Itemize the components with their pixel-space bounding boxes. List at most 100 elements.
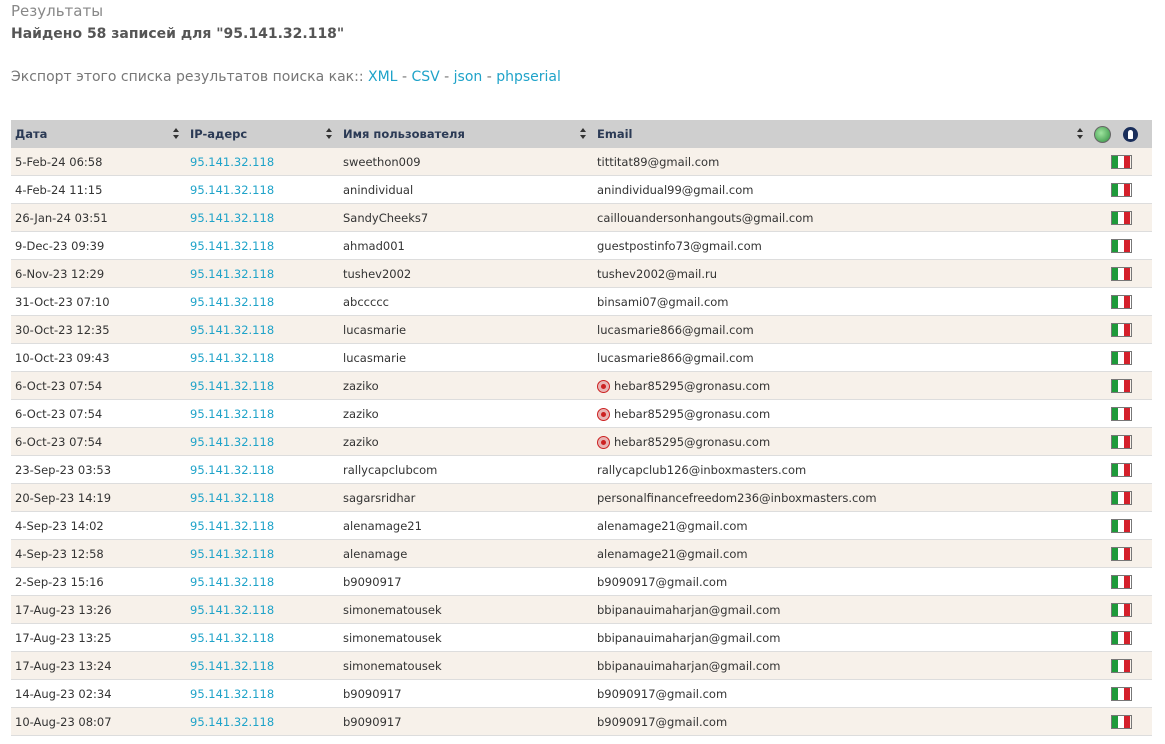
italy-flag-icon <box>1110 518 1132 533</box>
ip-link[interactable]: 95.141.32.118 <box>190 155 274 169</box>
cell-email: rallycapclub126@inboxmasters.com <box>593 455 1090 484</box>
cell-ip: 95.141.32.118 <box>186 259 339 288</box>
cell-date: 2-Sep-23 15:16 <box>11 567 186 596</box>
cell-username: simonematousek <box>339 651 593 680</box>
sort-icon[interactable] <box>173 128 180 140</box>
italy-flag-icon <box>1110 574 1132 589</box>
email-text: b9090917@gmail.com <box>597 686 728 701</box>
ip-link[interactable]: 95.141.32.118 <box>190 547 274 561</box>
cell-email: bbipanauimaharjan@gmail.com <box>593 651 1090 680</box>
ip-link[interactable]: 95.141.32.118 <box>190 267 274 281</box>
cell-email: binsami07@gmail.com <box>593 287 1090 316</box>
cell-username: anindividual <box>339 175 593 204</box>
email-text: guestpostinfo73@gmail.com <box>597 238 762 253</box>
cell-ip: 95.141.32.118 <box>186 203 339 232</box>
column-header-username[interactable]: Имя пользователя <box>339 120 593 148</box>
cell-username: zaziko <box>339 371 593 400</box>
ip-link[interactable]: 95.141.32.118 <box>190 491 274 505</box>
cell-date: 23-Sep-23 03:53 <box>11 455 186 484</box>
ip-link[interactable]: 95.141.32.118 <box>190 575 274 589</box>
cell-flag <box>1090 287 1152 316</box>
export-json-link[interactable]: json <box>454 69 483 85</box>
email-text: anindividual99@gmail.com <box>597 182 754 197</box>
cell-ip: 95.141.32.118 <box>186 679 339 708</box>
cell-ip: 95.141.32.118 <box>186 287 339 316</box>
column-header-date[interactable]: Дата <box>11 120 186 148</box>
export-xml-link[interactable]: XML <box>368 69 397 85</box>
cell-email: lucasmarie866@gmail.com <box>593 343 1090 372</box>
ip-link[interactable]: 95.141.32.118 <box>190 323 274 337</box>
export-phpserial-link[interactable]: phpserial <box>496 69 561 85</box>
email-text: tittitat89@gmail.com <box>597 154 720 169</box>
ip-link[interactable]: 95.141.32.118 <box>190 715 274 729</box>
cell-email: anindividual99@gmail.com <box>593 175 1090 204</box>
column-header-label: Дата <box>15 127 48 141</box>
cell-username: b9090917 <box>339 567 593 596</box>
cell-ip: 95.141.32.118 <box>186 483 339 512</box>
cell-email: tittitat89@gmail.com <box>593 148 1090 176</box>
cell-username: abccccc <box>339 287 593 316</box>
export-separator: - <box>397 69 412 85</box>
results-body: 5-Feb-24 06:58 95.141.32.118 sweethon009 ti… <box>11 148 1152 736</box>
ip-link[interactable]: 95.141.32.118 <box>190 351 274 365</box>
cell-flag <box>1090 539 1152 568</box>
cell-ip: 95.141.32.118 <box>186 148 339 176</box>
email-text: alenamage21@gmail.com <box>597 546 748 561</box>
cell-date: 6-Oct-23 07:54 <box>11 427 186 456</box>
ip-link[interactable]: 95.141.32.118 <box>190 687 274 701</box>
cell-username: zaziko <box>339 427 593 456</box>
italy-flag-icon <box>1110 602 1132 617</box>
cell-date: 9-Dec-23 09:39 <box>11 231 186 260</box>
cell-ip: 95.141.32.118 <box>186 343 339 372</box>
email-text: hebar85295@gronasu.com <box>614 378 771 393</box>
cell-ip: 95.141.32.118 <box>186 623 339 652</box>
export-csv-link[interactable]: CSV <box>411 69 439 85</box>
italy-flag-icon <box>1110 210 1132 225</box>
column-header-ip[interactable]: IP-адерс <box>186 120 339 148</box>
cell-flag <box>1090 679 1152 708</box>
cell-email: caillouandersonhangouts@gmail.com <box>593 203 1090 232</box>
cell-email: guestpostinfo73@gmail.com <box>593 231 1090 260</box>
ip-link[interactable]: 95.141.32.118 <box>190 407 274 421</box>
column-header-label: IP-адерс <box>190 127 248 141</box>
table-row: 4-Sep-23 12:58 95.141.32.118 alenamage alen… <box>11 539 1152 568</box>
ip-link[interactable]: 95.141.32.118 <box>190 379 274 393</box>
ip-link[interactable]: 95.141.32.118 <box>190 435 274 449</box>
italy-flag-icon <box>1110 546 1132 561</box>
sort-icon[interactable] <box>1077 128 1084 140</box>
table-row: 23-Sep-23 03:53 95.141.32.118 rallycapclub… <box>11 455 1152 484</box>
ip-link[interactable]: 95.141.32.118 <box>190 211 274 225</box>
cell-flag <box>1090 148 1152 176</box>
column-header-email[interactable]: Email <box>593 120 1090 148</box>
column-header-label: Email <box>597 127 633 141</box>
ip-link[interactable]: 95.141.32.118 <box>190 463 274 477</box>
italy-flag-icon <box>1110 154 1132 169</box>
cell-email: b9090917@gmail.com <box>593 679 1090 708</box>
table-row: 17-Aug-23 13:24 95.141.32.118 simonematous… <box>11 651 1152 680</box>
cell-email: tushev2002@mail.ru <box>593 259 1090 288</box>
italy-flag-icon <box>1110 714 1132 729</box>
cell-date: 26-Jan-24 03:51 <box>11 203 186 232</box>
sort-icon[interactable] <box>580 128 587 140</box>
ip-link[interactable]: 95.141.32.118 <box>190 295 274 309</box>
table-row: 30-Oct-23 12:35 95.141.32.118 lucasmarie lu… <box>11 315 1152 344</box>
cell-date: 30-Oct-23 12:35 <box>11 315 186 344</box>
globe-icon[interactable] <box>1094 125 1111 143</box>
results-count: Найдено 58 записей для "95.141.32.118" <box>11 26 345 42</box>
cell-date: 4-Sep-23 14:02 <box>11 511 186 540</box>
cell-email: lucasmarie866@gmail.com <box>593 315 1090 344</box>
ip-link[interactable]: 95.141.32.118 <box>190 603 274 617</box>
ip-link[interactable]: 95.141.32.118 <box>190 519 274 533</box>
ip-link[interactable]: 95.141.32.118 <box>190 183 274 197</box>
italy-flag-icon <box>1110 630 1132 645</box>
sort-icon[interactable] <box>326 128 333 140</box>
table-row: 6-Oct-23 07:54 95.141.32.118 zaziko hebar85… <box>11 399 1152 428</box>
italy-flag-icon <box>1110 266 1132 281</box>
user-icon[interactable] <box>1123 126 1138 142</box>
cell-username: zaziko <box>339 399 593 428</box>
cell-date: 14-Aug-23 02:34 <box>11 679 186 708</box>
ip-link[interactable]: 95.141.32.118 <box>190 659 274 673</box>
ip-link[interactable]: 95.141.32.118 <box>190 631 274 645</box>
cell-flag <box>1090 371 1152 400</box>
ip-link[interactable]: 95.141.32.118 <box>190 239 274 253</box>
